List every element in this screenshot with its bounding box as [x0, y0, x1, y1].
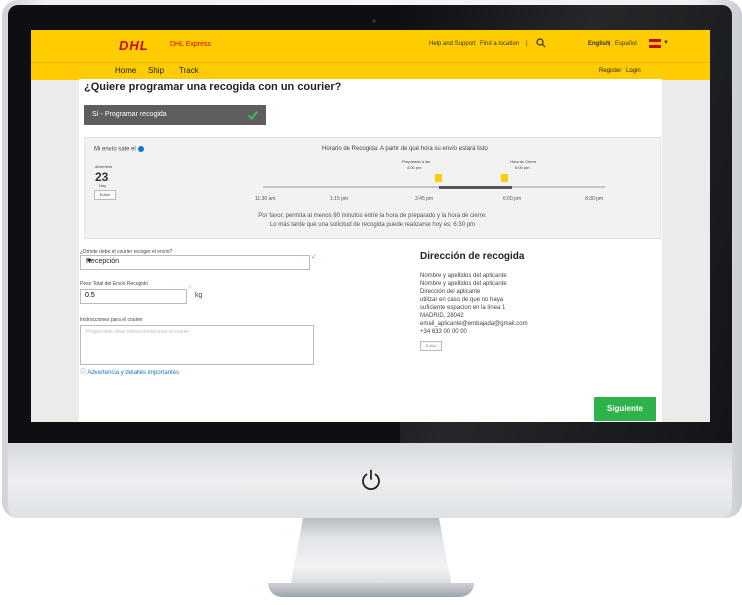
- warning-details-link[interactable]: ⓘ Advertencia y detalles importantes: [80, 367, 179, 376]
- help-support-link[interactable]: Help and Support: [429, 41, 476, 47]
- prepared-time-handle[interactable]: [435, 174, 442, 182]
- nav-home[interactable]: Home: [115, 66, 136, 75]
- header-bar: DHL DHL Express Help and Support Find a …: [31, 30, 710, 62]
- schedule-note-2: Lo más tarde que una solicitud de recogi…: [269, 222, 476, 228]
- tick-label: 6:00 pm: [503, 196, 522, 202]
- schedule-heading: Horario de Recogida: A partir de qué hor…: [322, 146, 488, 152]
- address-line: +34 633 00 00 00: [420, 329, 467, 335]
- prepared-label: Preparado a las: [402, 159, 431, 164]
- weight-valid-icon: ✓: [188, 284, 193, 290]
- edit-address-button[interactable]: Editar: [420, 341, 442, 351]
- register-link[interactable]: Register: [599, 68, 621, 74]
- ready-date-label: Mi envío sale el: [94, 146, 144, 153]
- tick-label: 1:15 pm: [330, 196, 349, 202]
- close-label: Hora de Cierre: [510, 159, 537, 164]
- address-line: Nombre y apellidos del aplicante: [420, 281, 507, 287]
- date-month: diciembre: [95, 164, 113, 169]
- schedule-note-1: Por favor, permita al menos 90 minutos e…: [258, 213, 487, 219]
- address-title: Dirección de recogida: [420, 251, 525, 262]
- nav-ship[interactable]: Ship: [148, 66, 164, 75]
- location-select[interactable]: Recepción ▼: [80, 255, 310, 270]
- page-title: ¿Quiere programar una recogida con un co…: [84, 81, 342, 93]
- prepared-time: 4:00 pm: [407, 165, 422, 170]
- login-link[interactable]: Login: [626, 68, 641, 74]
- camera-icon: [372, 19, 376, 23]
- lang-spanish[interactable]: Español: [615, 41, 637, 47]
- chevron-down-icon[interactable]: ▼: [663, 40, 669, 46]
- tick-label: 8:30 pm: [585, 196, 604, 202]
- find-location-link[interactable]: Find a location: [480, 41, 519, 47]
- main-content: ¿Quiere programar una recogida con un co…: [79, 79, 662, 422]
- address-line: MADRID, 28042: [420, 313, 464, 319]
- address-line: Nombre y apellidos del aplicante: [420, 273, 507, 279]
- weight-value: 0.5: [85, 292, 95, 299]
- nav-track[interactable]: Track: [179, 66, 199, 75]
- schedule-pickup-button[interactable]: Sí - Programar recogida: [84, 105, 266, 125]
- logo-subtitle: DHL Express: [170, 41, 211, 48]
- spain-flag-icon[interactable]: [649, 39, 661, 48]
- time-slider-track[interactable]: [263, 186, 605, 189]
- pickup-schedule-panel: Mi envío sale el diciembre 23 Hoy Editar…: [84, 137, 661, 239]
- header-separator: |: [526, 41, 528, 47]
- monitor-stand: [290, 518, 452, 588]
- next-button[interactable]: Siguiente: [594, 397, 656, 421]
- lang-separator: |: [609, 41, 611, 47]
- instructions-label: Instrucciones para el courier: [80, 317, 143, 323]
- address-line: utilizar en caso de que no haya: [420, 297, 504, 303]
- date-weekday: Hoy: [99, 183, 107, 188]
- edit-date-button[interactable]: Editar: [94, 190, 116, 200]
- address-line: Dirección del aplicante: [420, 289, 481, 295]
- main-nav: Home Ship Track Register Login: [31, 62, 710, 80]
- check-icon: [247, 110, 259, 120]
- time-slider-range: [439, 186, 512, 189]
- screen: DHL DHL Express Help and Support Find a …: [31, 30, 710, 422]
- power-icon[interactable]: [359, 468, 383, 492]
- close-time: 6:00 pm: [515, 165, 530, 170]
- address-line: suficiente espacion en la línea 1: [420, 305, 506, 311]
- dhl-logo[interactable]: DHL: [119, 38, 149, 53]
- address-line: email_aplicante@embajada@gmail.com: [420, 321, 528, 327]
- monitor-stand-base: [268, 583, 474, 597]
- schedule-pickup-label: Sí - Programar recogida: [92, 111, 167, 118]
- ready-date-text: Mi envío sale el: [94, 146, 136, 153]
- weight-input[interactable]: 0.5: [80, 289, 187, 304]
- weight-unit: kg: [195, 292, 203, 299]
- location-valid-icon: ✓: [311, 254, 317, 261]
- tick-label: 11:30 am: [255, 196, 276, 202]
- weight-label: Peso Total del Envío Recogido: [80, 281, 149, 287]
- info-icon[interactable]: [137, 146, 144, 152]
- warning-details-text: Advertencia y detalles importantes: [87, 370, 180, 376]
- instructions-textarea[interactable]: Proporcione otras instrucciones para el …: [80, 325, 314, 365]
- instructions-placeholder: Proporcione otras instrucciones para el …: [86, 329, 190, 335]
- chevron-down-icon: ▼: [86, 258, 93, 265]
- search-icon[interactable]: [536, 38, 546, 48]
- date-day[interactable]: 23: [95, 170, 108, 184]
- tick-label: 3:45 pm: [415, 196, 434, 202]
- lang-english[interactable]: English: [588, 41, 610, 47]
- close-time-handle[interactable]: [501, 174, 508, 182]
